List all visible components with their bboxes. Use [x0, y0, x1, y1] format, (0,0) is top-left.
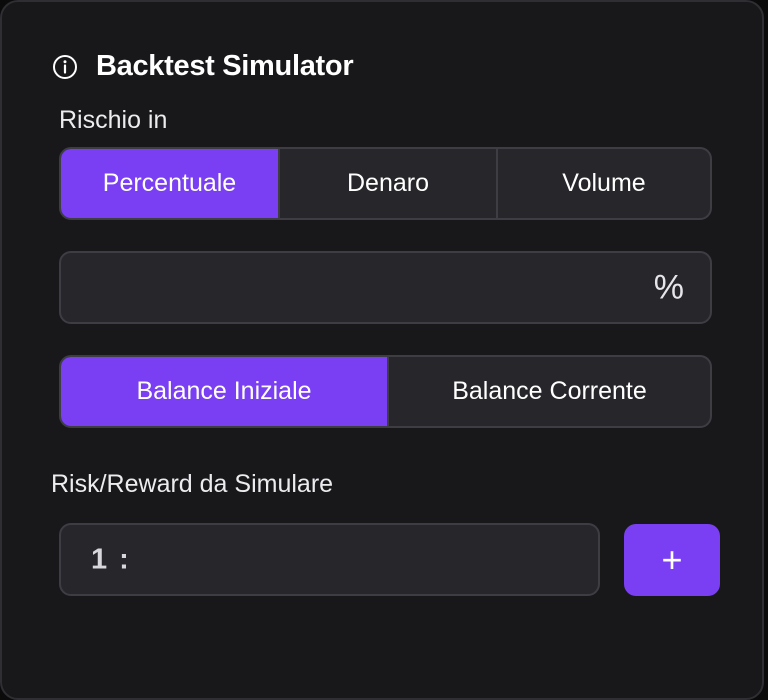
percent-suffix: %: [653, 268, 684, 306]
page-title: Backtest Simulator: [96, 50, 354, 82]
info-icon[interactable]: [52, 54, 78, 80]
risk-value-input[interactable]: [61, 253, 710, 322]
balance-option-corrente[interactable]: Balance Corrente: [387, 357, 710, 426]
risk-option-denaro[interactable]: Denaro: [278, 149, 496, 218]
risk-type-label: Rischio in: [59, 106, 168, 134]
backtest-simulator-panel: Backtest Simulator Rischio in Percentual…: [0, 0, 764, 700]
balance-type-selector: Balance Iniziale Balance Corrente: [59, 355, 712, 428]
risk-reward-label: Risk/Reward da Simulare: [51, 470, 334, 498]
risk-option-volume[interactable]: Volume: [496, 149, 710, 218]
balance-option-iniziale[interactable]: Balance Iniziale: [61, 357, 387, 426]
risk-reward-input[interactable]: [61, 525, 598, 594]
panel-header: Backtest Simulator: [52, 50, 354, 83]
risk-type-selector: Percentuale Denaro Volume: [59, 147, 712, 220]
plus-icon: +: [661, 539, 683, 580]
risk-option-percentuale[interactable]: Percentuale: [61, 149, 278, 218]
risk-value-field: %: [59, 251, 712, 324]
add-risk-reward-button[interactable]: +: [624, 524, 720, 596]
risk-reward-field: 1 :: [59, 523, 600, 596]
